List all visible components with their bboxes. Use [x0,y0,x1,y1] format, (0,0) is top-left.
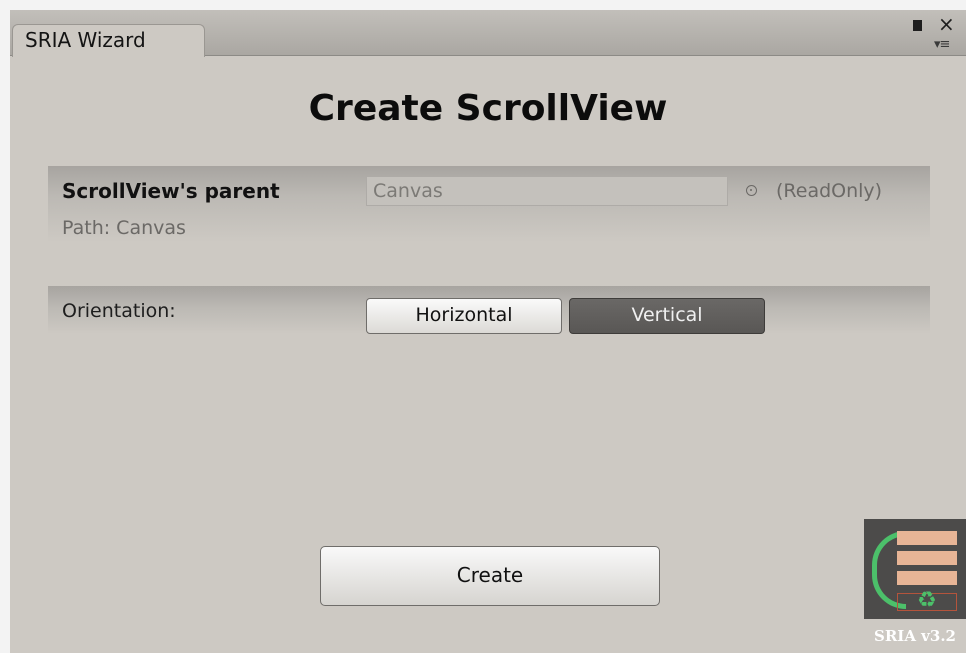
create-button[interactable]: Create [320,546,660,606]
path-label: Path: Canvas [62,217,186,239]
window-menu-icon[interactable]: ▾≡ [934,38,950,52]
logo-bar [897,571,957,585]
logo-bar [897,531,957,545]
close-icon[interactable]: × [938,14,955,34]
parent-object-field: Canvas [366,176,728,206]
page-title: Create ScrollView [308,88,668,129]
vertical-button[interactable]: Vertical [569,298,765,334]
tab-sria-wizard[interactable]: SRIA Wizard [12,24,205,57]
target-icon[interactable] [746,185,757,196]
orientation-label: Orientation: [62,300,176,322]
maximize-icon[interactable] [913,20,922,31]
version-label: SRIA v3.2 [874,627,956,645]
recycle-icon: ♻ [917,588,937,613]
tab-label: SRIA Wizard [25,28,146,52]
sria-wizard-window: SRIA Wizard × ▾≡ Create ScrollView Scrol… [10,10,966,653]
horizontal-button[interactable]: Horizontal [366,298,562,334]
orientation-section: Orientation: Horizontal Vertical [48,286,930,334]
sria-logo-icon: ♻ [864,519,966,619]
tab-bar: SRIA Wizard × ▾≡ [10,10,966,57]
readonly-label: (ReadOnly) [776,180,883,202]
parent-section: ScrollView's parent Canvas (ReadOnly) Pa… [48,166,930,242]
parent-label: ScrollView's parent [62,179,280,203]
logo-bar [897,551,957,565]
